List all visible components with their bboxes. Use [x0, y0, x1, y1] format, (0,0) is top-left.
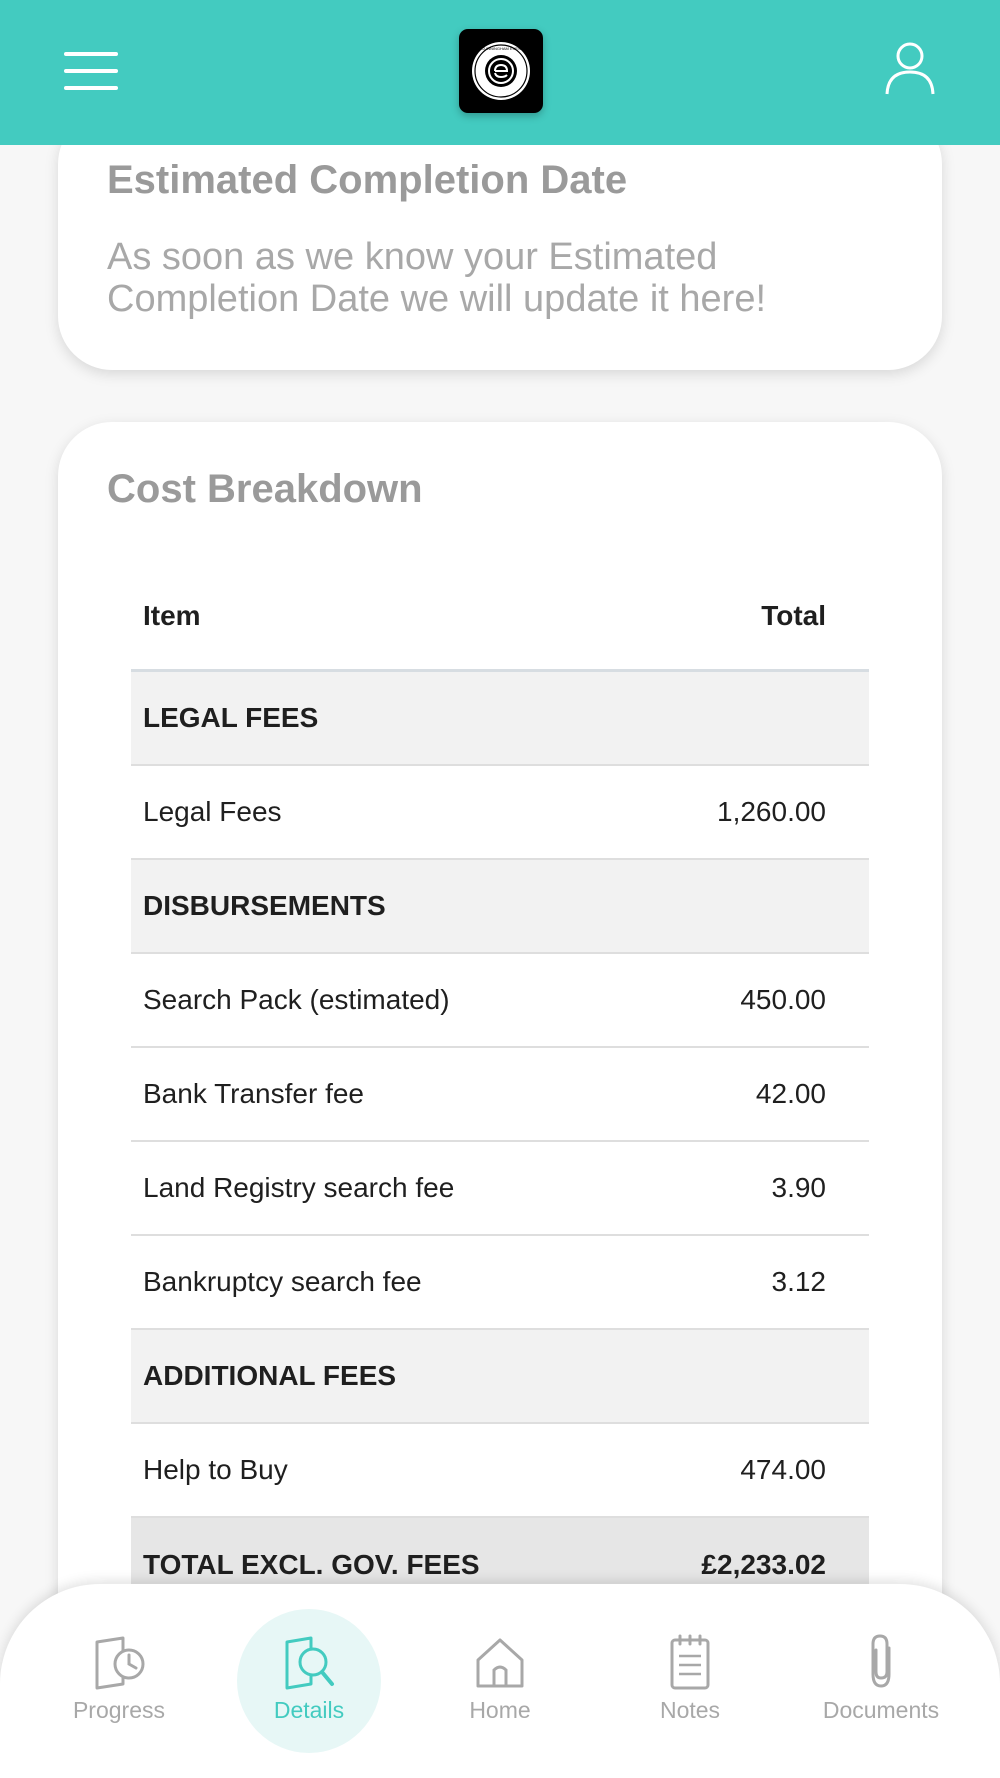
completion-date-title: Estimated Completion Date [107, 158, 628, 202]
table-row: Legal Fees 1,260.00 [131, 766, 869, 860]
row-value: 1,260.00 [717, 796, 826, 827]
nav-tab-progress[interactable]: Progress [24, 1584, 214, 1754]
row-value: 450.00 [740, 984, 826, 1015]
document-search-icon [285, 1636, 334, 1690]
nav-label: Documents [822, 1697, 940, 1723]
row-value: 3.12 [771, 1266, 827, 1297]
nav-tab-home[interactable]: Home [405, 1584, 595, 1754]
home-icon [476, 1638, 524, 1688]
column-header-total: Total [761, 599, 826, 631]
row-label: Land Registry search fee [143, 1172, 455, 1203]
row-label: Bankruptcy search fee [143, 1266, 422, 1297]
hamburger-menu-icon[interactable] [56, 44, 126, 98]
nav-label: Progress [72, 1697, 166, 1723]
table-header: Item Total [131, 562, 869, 672]
table-section-row: ADDITIONAL FEES [131, 1330, 869, 1424]
total-value: £2,233.02 [701, 1549, 826, 1580]
nav-label: Details [273, 1697, 345, 1723]
completion-date-card: Estimated Completion Date As soon as we … [58, 110, 942, 370]
table-row: Bankruptcy search fee 3.12 [131, 1236, 869, 1330]
row-value: 3.90 [771, 1172, 827, 1203]
table-section-row: DISBURSEMENTS [131, 860, 869, 954]
nav-tab-details[interactable]: Details [214, 1584, 404, 1754]
svg-text:CUNNINGHAM EVES: CUNNINGHAM EVES [481, 46, 521, 51]
row-label: Bank Transfer fee [143, 1078, 365, 1109]
company-logo[interactable]: CUNNINGHAM EVES [459, 29, 543, 113]
table-row: Bank Transfer fee 42.00 [131, 1048, 869, 1142]
row-label: Help to Buy [143, 1454, 288, 1485]
user-profile-icon[interactable] [880, 38, 940, 98]
paperclip-icon [871, 1634, 891, 1688]
nav-label: Home [469, 1697, 531, 1723]
row-value: 474.00 [740, 1454, 826, 1485]
table-row: Land Registry search fee 3.90 [131, 1142, 869, 1236]
top-app-bar: CUNNINGHAM EVES [0, 0, 1000, 145]
row-value: 42.00 [755, 1078, 826, 1109]
progress-clock-icon [95, 1636, 145, 1690]
row-label: LEGAL FEES [143, 702, 319, 733]
table-row: Search Pack (estimated) 450.00 [131, 954, 869, 1048]
nav-tab-documents[interactable]: Documents [786, 1584, 976, 1754]
cost-breakdown-card: Cost Breakdown Item Total LEGAL FEES Leg… [58, 422, 942, 1752]
total-label: TOTAL EXCL. GOV. FEES [143, 1549, 480, 1580]
table-row: Help to Buy 474.00 [131, 1424, 869, 1518]
bottom-navigation: Progress Details Home Notes Documents [0, 1584, 1000, 1778]
row-label: ADDITIONAL FEES [143, 1360, 397, 1391]
table-section-row: LEGAL FEES [131, 672, 869, 766]
row-label: DISBURSEMENTS [143, 890, 386, 921]
cost-table: Item Total LEGAL FEES Legal Fees 1,260.0… [131, 562, 869, 1612]
nav-label: Notes [659, 1697, 721, 1723]
notes-icon [670, 1634, 710, 1690]
column-header-item: Item [143, 599, 201, 631]
row-label: Legal Fees [143, 796, 282, 827]
row-label: Search Pack (estimated) [143, 984, 450, 1015]
completion-date-message: As soon as we know your Estimated Comple… [107, 236, 767, 320]
cost-breakdown-title: Cost Breakdown [107, 467, 423, 511]
nav-tab-notes[interactable]: Notes [595, 1584, 785, 1754]
